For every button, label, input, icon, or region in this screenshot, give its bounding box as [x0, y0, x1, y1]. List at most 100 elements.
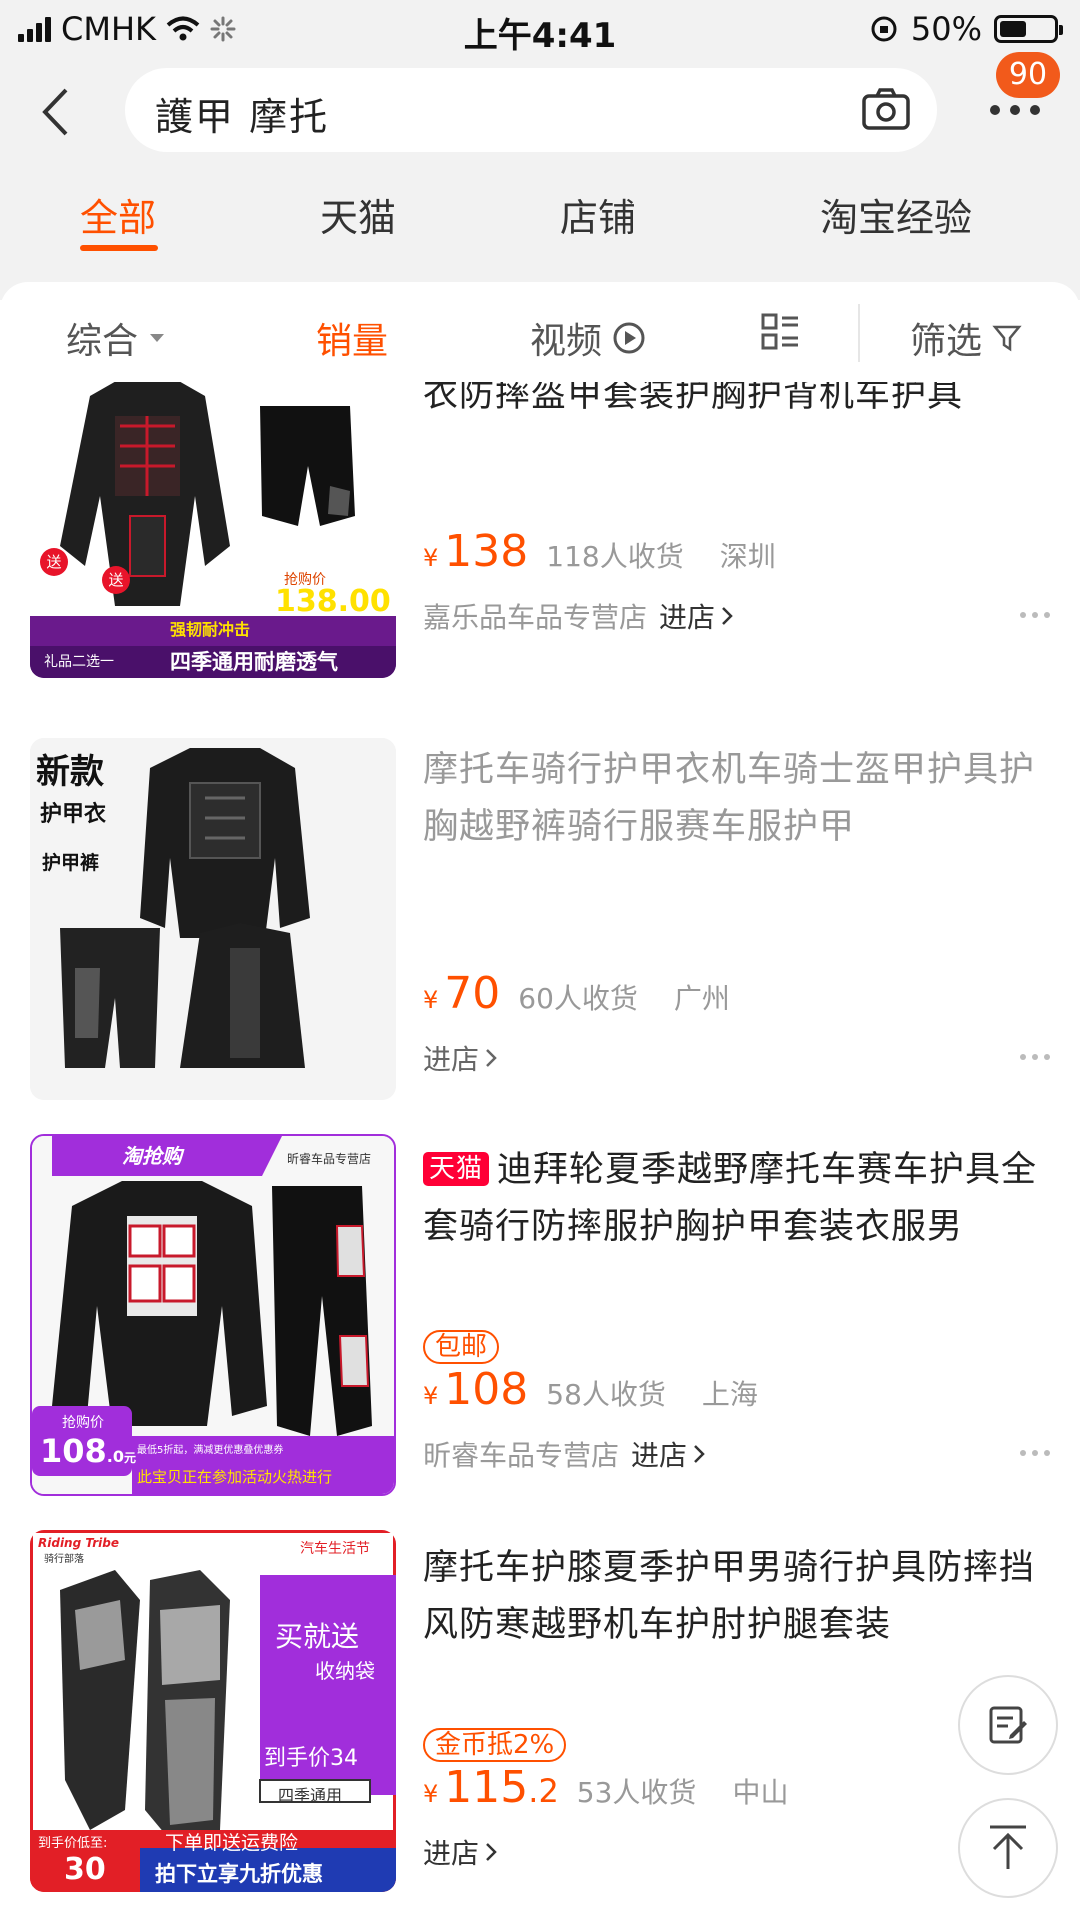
orientation-lock-icon: [871, 16, 897, 42]
flash-sale-logo: 淘抢购: [122, 1144, 182, 1168]
back-button[interactable]: [30, 82, 80, 142]
list-view-icon: [761, 313, 798, 350]
promo-banner-1: 下单即送运费险: [165, 1832, 299, 1854]
product-image[interactable]: Riding Tribe 骑行部落 汽车生活节 买就送 收纳袋 到手价34 四季…: [30, 1530, 396, 1892]
more-menu-button[interactable]: [990, 105, 1040, 115]
sales-count: 60人收货: [518, 982, 638, 1015]
promo-line3: 礼品二选一: [44, 654, 114, 670]
ship-location: 上海: [701, 1378, 758, 1411]
enter-store-link[interactable]: 进店: [423, 1038, 497, 1078]
search-row: 護甲 摩托: [0, 60, 1080, 160]
sort-filter-bar: 综合 销量 视频 筛选: [0, 282, 1080, 382]
funnel-icon: [992, 325, 1022, 352]
brand-name-cn: 骑行部落: [44, 1554, 84, 1565]
product-price: 70: [444, 968, 501, 1019]
promo-line2: 四季通用耐磨透气: [170, 650, 338, 674]
search-query: 護甲 摩托: [155, 95, 330, 139]
promo-price: 138.00: [275, 584, 391, 619]
product-list: 抢购价 138.00 强韧耐冲击 四季通用耐磨透气 礼品二选一 送 送 天猫HE…: [0, 382, 1080, 1920]
tmall-badge: 天猫: [423, 1152, 490, 1186]
active-tab-indicator: [80, 245, 158, 251]
tab-shops[interactable]: 店铺: [560, 187, 636, 242]
product-title[interactable]: 摩托车护膝夏季护甲男骑行护具防摔挡风防寒越野机车护肘护腿套装: [423, 1540, 1053, 1654]
enter-store-link[interactable]: 进店: [423, 1832, 497, 1872]
promo-banner-2: 拍下立享九折优惠: [155, 1862, 323, 1886]
sales-count: 53人收货: [576, 1776, 697, 1809]
product-title[interactable]: 天猫 迪拜轮夏季越野摩托车赛车护具全套骑行防摔服护胸护甲套装衣服男: [423, 1142, 1053, 1256]
filter-divider: [858, 304, 860, 362]
item-more-button[interactable]: [1020, 1054, 1050, 1060]
product-price: 115.2: [444, 1762, 559, 1813]
search-input[interactable]: 護甲 摩托: [125, 68, 937, 152]
ship-location: 深圳: [719, 540, 776, 573]
low-price: 30: [64, 1852, 106, 1887]
ship-location: 中山: [732, 1776, 789, 1809]
item-more-button[interactable]: [1020, 612, 1050, 618]
gift-badge: 送: [40, 548, 68, 576]
status-bar: CMHK 上午4:41 50%: [0, 0, 1080, 56]
free-shipping-tag: 包邮: [423, 1330, 500, 1364]
promo-tag: 抢购价: [62, 1415, 104, 1431]
product-price: 138: [444, 526, 529, 577]
ship-location: 广州: [673, 982, 730, 1015]
scope-tabs: 全部 天猫 店铺 淘宝经验: [0, 175, 1080, 265]
product-price: 108: [444, 1364, 529, 1415]
coin-discount-tag: 金币抵2%: [423, 1728, 567, 1762]
brand-logo: Riding Tribe: [38, 1536, 119, 1550]
product-info: 天猫HEROBIKER越野摩托车护甲赛车衣防摔盔甲套装护胸护背机车护具 ¥ 13…: [423, 382, 1053, 634]
product-image[interactable]: 淘抢购 昕睿车品专营店 抢购价 108.0元 最低5折起，满减更优惠叠优惠券 此…: [30, 1134, 396, 1496]
sort-sales[interactable]: 销量: [316, 312, 388, 364]
message-count-badge: 90: [996, 52, 1060, 98]
view-toggle-button[interactable]: [760, 312, 800, 352]
enter-store-link[interactable]: 进店: [631, 1434, 705, 1474]
store-name: 嘉乐品车品专营店: [423, 601, 648, 634]
promo-note: 最低5折起，满减更优惠叠优惠券: [137, 1445, 284, 1456]
thumb-label: 护甲衣: [40, 802, 107, 827]
thumb-heading: 新款: [36, 752, 104, 792]
product-info: 摩托车护膝夏季护甲男骑行护具防摔挡风防寒越野机车护肘护腿套装 金币抵2% ¥ 1…: [423, 1530, 1053, 1870]
chevron-right-icon: [486, 1049, 497, 1067]
store-name: 昕睿车品专营店: [423, 1439, 620, 1472]
product-info: 摩托车骑行护甲衣机车骑士盔甲护具护胸越野裤骑行服赛车服护甲 ¥ 70 60人收货…: [423, 738, 1053, 1076]
battery-icon: [994, 15, 1063, 43]
arrow-up-icon: [990, 1825, 1026, 1869]
tab-taobao-experience[interactable]: 淘宝经验: [820, 187, 972, 242]
gift-item: 收纳袋: [315, 1659, 375, 1683]
low-price-label: 到手价低至:: [38, 1836, 108, 1851]
filter-button[interactable]: 筛选: [910, 312, 1022, 364]
product-image[interactable]: 新款 护甲衣 护甲裤: [30, 738, 396, 1100]
thumb-store-name: 昕睿车品专营店: [287, 1152, 372, 1166]
product-image[interactable]: 抢购价 138.00 强韧耐冲击 四季通用耐磨透气 礼品二选一 送 送: [30, 382, 396, 678]
festival-label: 汽车生活节: [300, 1541, 370, 1557]
feedback-button[interactable]: [958, 1675, 1058, 1775]
chevron-right-icon: [722, 607, 733, 625]
edit-note-icon: [989, 1706, 1027, 1744]
list-item[interactable]: 新款 护甲衣 护甲裤 摩托车骑行护甲衣机车骑士盔甲护具护胸越野裤骑行服赛车服护甲…: [0, 738, 1080, 1113]
caret-down-icon: [150, 334, 165, 342]
product-title[interactable]: 天猫HEROBIKER越野摩托车护甲赛车衣防摔盔甲套装护胸护背机车护具: [423, 382, 1053, 424]
promo-banner: 此宝贝正在参加活动火热进行: [137, 1468, 333, 1486]
gift-label: 买就送: [275, 1620, 360, 1653]
promo-line1: 强韧耐冲击: [170, 620, 251, 639]
list-item[interactable]: 抢购价 138.00 强韧耐冲击 四季通用耐磨透气 礼品二选一 送 送 天猫HE…: [0, 382, 1080, 691]
chevron-left-icon: [42, 88, 68, 136]
battery-percent: 50%: [910, 10, 982, 48]
list-item[interactable]: Riding Tribe 骑行部落 汽车生活节 买就送 收纳袋 到手价34 四季…: [0, 1530, 1080, 1905]
filter-video[interactable]: 视频: [530, 312, 646, 364]
chevron-right-icon: [486, 1843, 497, 1861]
sort-comprehensive[interactable]: 综合: [66, 312, 166, 364]
item-more-button[interactable]: [1020, 1450, 1050, 1456]
product-title[interactable]: 摩托车骑行护甲衣机车骑士盔甲护具护胸越野裤骑行服赛车服护甲: [423, 742, 1053, 856]
list-item[interactable]: 淘抢购 昕睿车品专营店 抢购价 108.0元 最低5折起，满减更优惠叠优惠券 此…: [0, 1134, 1080, 1509]
camera-icon[interactable]: [861, 86, 911, 132]
hand-price: 到手价34: [264, 1746, 358, 1771]
season-label: 四季通用: [278, 1786, 343, 1805]
sales-count: 58人收货: [546, 1378, 666, 1411]
tab-tmall[interactable]: 天猫: [320, 187, 396, 242]
chevron-right-icon: [694, 1445, 705, 1463]
enter-store-link[interactable]: 进店: [659, 596, 733, 636]
promo-price: 108.0元: [40, 1432, 137, 1470]
sales-count: 118人收货: [546, 540, 684, 573]
tab-all[interactable]: 全部: [80, 187, 156, 242]
back-to-top-button[interactable]: [958, 1798, 1058, 1898]
